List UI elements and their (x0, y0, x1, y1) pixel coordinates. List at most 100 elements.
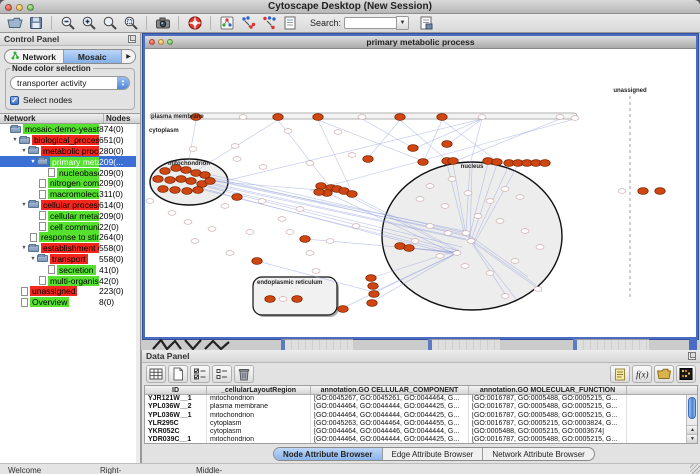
network-node-unselected[interactable] (326, 239, 334, 244)
network-node-unselected[interactable] (284, 129, 292, 134)
network-node-unselected[interactable] (464, 191, 472, 196)
attribute-table-header[interactable]: ID_cellularLayoutRegionannotation.GO CEL… (145, 386, 697, 395)
zoom-in-icon[interactable] (79, 15, 98, 32)
network-node-selected[interactable] (153, 176, 163, 183)
column-header[interactable]: annotation.GO MOLECULAR_FUNCTION (469, 386, 627, 394)
camera-icon[interactable] (153, 15, 172, 32)
network-node-unselected[interactable] (474, 214, 482, 219)
network-node-unselected[interactable] (516, 195, 524, 200)
tree-expander-icon[interactable]: ▼ (29, 159, 37, 165)
float-panel-icon[interactable] (688, 352, 696, 360)
network-node-selected[interactable] (273, 114, 283, 121)
table-row[interactable]: YLR295Ccytoplasm[GO:0045263, GO:0044464,… (145, 420, 697, 428)
tree-row[interactable]: nitrogen compo209(0) (0, 178, 136, 189)
network-node-unselected[interactable] (168, 211, 176, 216)
network-node-unselected[interactable] (334, 130, 342, 135)
network-view-frame[interactable]: primary metabolic process plasma membran… (143, 34, 698, 339)
network-node-unselected[interactable] (441, 204, 449, 209)
network-node-selected[interactable] (186, 178, 196, 185)
tree-row[interactable]: cellular metabo209(0) (0, 210, 136, 221)
network-node-selected[interactable] (492, 159, 502, 166)
search-dropdown-arrow[interactable]: ▼ (396, 16, 409, 30)
network-node-unselected[interactable] (306, 251, 314, 256)
window-titlebar[interactable]: Cytoscape Desktop (New Session) (0, 0, 700, 14)
network-node-selected[interactable] (313, 114, 323, 121)
network-node-unselected[interactable] (358, 115, 366, 120)
attribute-table[interactable]: ID_cellularLayoutRegionannotation.GO CEL… (144, 385, 698, 444)
column-header[interactable]: ID (145, 386, 207, 394)
network-node-unselected[interactable] (226, 251, 234, 256)
network-node-selected[interactable] (655, 188, 665, 195)
network-node-unselected[interactable] (618, 189, 626, 194)
network-node-selected[interactable] (366, 275, 376, 282)
network-node-unselected[interactable] (208, 227, 216, 232)
zoom-fit-icon[interactable] (100, 15, 119, 32)
save-icon[interactable] (26, 15, 45, 32)
table-row[interactable]: YDR039C__1mitochondrion[GO:0044464, GO:0… (145, 436, 697, 444)
tab-edge-attribute-browser[interactable]: Edge Attribute Browser (383, 448, 484, 460)
network-node-selected[interactable] (363, 156, 373, 163)
network-node-selected[interactable] (638, 188, 648, 195)
network-node-unselected[interactable] (486, 271, 494, 276)
network-node-unselected[interactable] (306, 161, 314, 166)
tree-row[interactable]: secretion41(0) (0, 264, 136, 275)
search-input[interactable] (344, 17, 396, 29)
network-node-unselected[interactable] (448, 177, 456, 182)
new-page-icon[interactable] (168, 365, 188, 383)
network-canvas[interactable]: plasma membranecytoplasmmitochondrionnuc… (145, 49, 696, 337)
tab-network[interactable]: Network (5, 50, 64, 63)
network-node-unselected[interactable] (348, 153, 356, 158)
network-node-selected[interactable] (408, 145, 418, 152)
open-folder-icon[interactable] (5, 15, 24, 32)
network-node-selected[interactable] (368, 283, 378, 290)
network-node-unselected[interactable] (184, 220, 192, 225)
tree-expander-icon[interactable]: ▼ (20, 245, 28, 251)
network-node-unselected[interactable] (411, 239, 419, 244)
network-node-selected[interactable] (252, 258, 262, 265)
network-node-unselected[interactable] (221, 204, 229, 209)
tree-row[interactable]: unassigned223(0) (0, 286, 136, 297)
annotation-page-icon[interactable] (416, 15, 435, 32)
network-node-selected[interactable] (292, 296, 302, 303)
network-node-unselected[interactable] (146, 199, 154, 204)
tree-column-network[interactable]: Network (0, 114, 104, 123)
network-node-selected[interactable] (314, 189, 324, 196)
network-node-unselected[interactable] (278, 217, 286, 222)
column-header[interactable]: _cellularLayoutRegion (207, 386, 311, 394)
network-node-unselected[interactable] (556, 115, 564, 120)
network-node-selected[interactable] (176, 176, 186, 183)
scroll-down-arrow[interactable]: ▼ (687, 434, 698, 443)
table-row[interactable]: YPL036W__2plasma membrane[GO:0044464, GO… (145, 403, 697, 411)
tree-row[interactable]: ▼cellular process614(0) (0, 200, 136, 211)
network-node-unselected[interactable] (511, 259, 519, 264)
layout-b-icon[interactable] (259, 15, 278, 32)
tree-expander-icon[interactable]: ▼ (11, 137, 19, 143)
network-node-unselected[interactable] (426, 224, 434, 229)
network-node-unselected[interactable] (486, 199, 494, 204)
network-node-selected[interactable] (158, 186, 168, 193)
network-node-unselected[interactable] (296, 207, 304, 212)
lifering-icon[interactable] (185, 15, 204, 32)
tree-expander-icon[interactable]: ▼ (20, 148, 28, 154)
tree-row[interactable]: mosaic-demo-yeast874(0) (0, 124, 136, 135)
network-node-selected[interactable] (160, 168, 170, 175)
background-window-fragment[interactable] (428, 339, 500, 350)
network-node-unselected[interactable] (501, 294, 509, 299)
network-node-selected[interactable] (181, 167, 191, 174)
network-node-unselected[interactable] (312, 269, 320, 274)
network-node-unselected[interactable] (462, 231, 470, 236)
tree-expander-icon[interactable]: ▼ (29, 256, 37, 262)
tree-expander-icon[interactable]: ▼ (20, 202, 28, 208)
layout-a-icon[interactable] (238, 15, 257, 32)
network-node-selected[interactable] (369, 291, 379, 298)
network-node-selected[interactable] (205, 178, 215, 185)
tree-column-nodes[interactable]: Nodes (104, 114, 140, 123)
network-node-unselected[interactable] (467, 239, 475, 244)
network-node-selected[interactable] (165, 177, 175, 184)
network-box-icon[interactable] (217, 15, 236, 32)
background-window-fragment[interactable] (281, 339, 353, 350)
folder-yellow-icon[interactable] (654, 365, 674, 383)
network-node-unselected[interactable] (571, 116, 579, 121)
tree-row[interactable]: nucleobase-209(0) (0, 167, 136, 178)
select-nodes-checkbox[interactable]: ✓ (10, 96, 19, 105)
